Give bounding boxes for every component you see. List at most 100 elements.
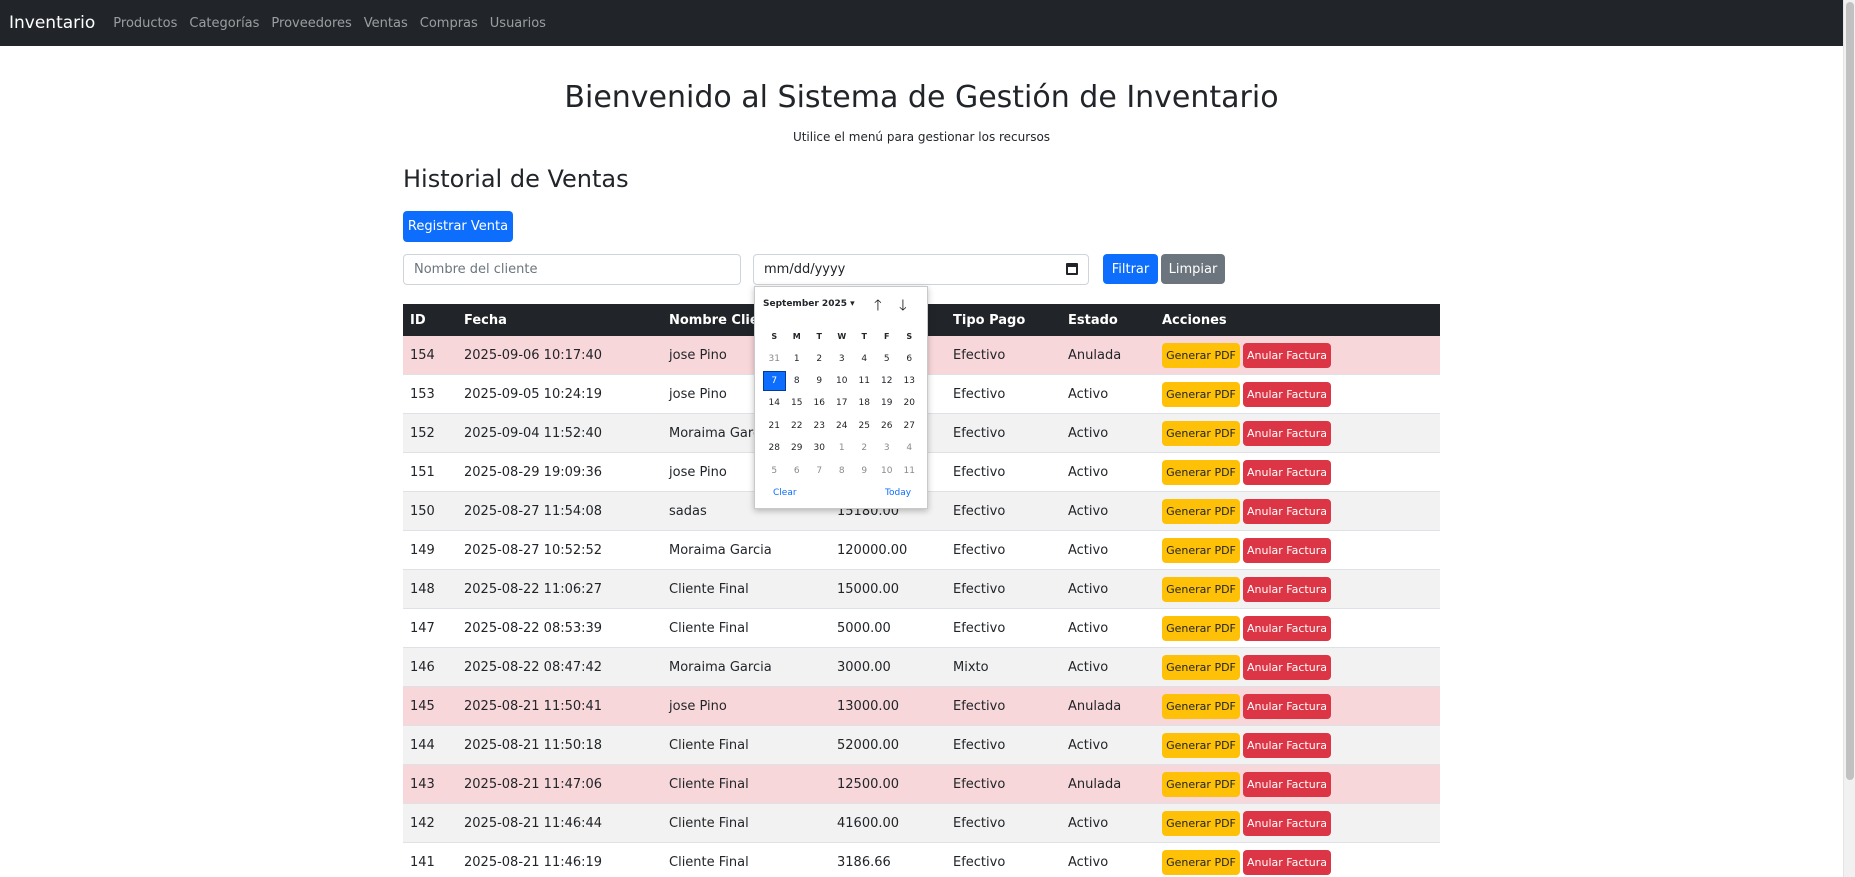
- generate-pdf-button[interactable]: Generar PDF: [1162, 537, 1240, 563]
- cancel-invoice-button[interactable]: Anular Factura: [1243, 537, 1331, 563]
- client-name-input[interactable]: Nombre del cliente: [403, 254, 741, 285]
- calendar-day[interactable]: 15: [786, 398, 809, 408]
- cell-cliente: Moraima Garcia: [669, 659, 772, 675]
- generate-pdf-button[interactable]: Generar PDF: [1162, 849, 1240, 875]
- calendar-day[interactable]: 29: [786, 443, 809, 453]
- calendar-day[interactable]: 4: [853, 354, 876, 364]
- calendar-icon[interactable]: [1066, 263, 1078, 275]
- calendar-day[interactable]: 9: [808, 376, 831, 386]
- nav-link-usuarios[interactable]: Usuarios: [490, 16, 546, 31]
- calendar-day[interactable]: 10: [831, 376, 854, 386]
- cancel-invoice-button[interactable]: Anular Factura: [1243, 732, 1331, 758]
- navbar-brand[interactable]: Inventario: [9, 13, 95, 33]
- table-row: 144 2025-08-21 11:50:18 Cliente Final 52000…: [403, 726, 1440, 765]
- calendar-day[interactable]: 17: [831, 398, 854, 408]
- calendar-day[interactable]: 6: [898, 354, 921, 364]
- cancel-invoice-button[interactable]: Anular Factura: [1243, 693, 1331, 719]
- calendar-day[interactable]: 18: [853, 398, 876, 408]
- cell-fecha: 2025-08-21 11:47:06: [464, 776, 603, 792]
- calendar-day[interactable]: 1: [786, 354, 809, 364]
- cancel-invoice-button[interactable]: Anular Factura: [1243, 654, 1331, 680]
- cancel-invoice-button[interactable]: Anular Factura: [1243, 771, 1331, 797]
- arrow-up-icon[interactable]: 🡑: [874, 295, 882, 320]
- calendar-day[interactable]: 22: [786, 421, 809, 431]
- cancel-invoice-button[interactable]: Anular Factura: [1243, 615, 1331, 641]
- generate-pdf-button[interactable]: Generar PDF: [1162, 420, 1240, 446]
- cancel-invoice-button[interactable]: Anular Factura: [1243, 459, 1331, 485]
- calendar-day[interactable]: 1: [831, 443, 854, 453]
- calendar-day[interactable]: 19: [876, 398, 899, 408]
- calendar-day[interactable]: 6: [786, 466, 809, 476]
- calendar-day[interactable]: 3: [876, 443, 899, 453]
- calendar-day[interactable]: 2: [808, 354, 831, 364]
- generate-pdf-button[interactable]: Generar PDF: [1162, 498, 1240, 524]
- calendar-day[interactable]: 2: [853, 443, 876, 453]
- clear-button[interactable]: Limpiar: [1161, 254, 1225, 284]
- cancel-invoice-button[interactable]: Anular Factura: [1243, 810, 1331, 836]
- cancel-invoice-button[interactable]: Anular Factura: [1243, 420, 1331, 446]
- nav-link-proveedores[interactable]: Proveedores: [271, 16, 351, 31]
- calendar-day[interactable]: 13: [898, 376, 921, 386]
- nav-link-ventas[interactable]: Ventas: [364, 16, 408, 31]
- nav-link-categorias[interactable]: Categorías: [189, 16, 259, 31]
- calendar-week-row: 31 1 2 3 4 5 6: [763, 347, 921, 369]
- scrollbar-thumb[interactable]: [1846, 2, 1854, 780]
- calendar-day[interactable]: 7: [808, 466, 831, 476]
- calendar-day[interactable]: 7: [763, 370, 786, 391]
- calendar-day[interactable]: 27: [898, 421, 921, 431]
- nav-link-compras[interactable]: Compras: [420, 16, 478, 31]
- arrow-down-icon[interactable]: 🡓: [899, 295, 907, 320]
- calendar-day[interactable]: 9: [853, 466, 876, 476]
- calendar-day[interactable]: 21: [763, 421, 786, 431]
- nav-link-productos[interactable]: Productos: [113, 16, 177, 31]
- calendar-day[interactable]: 14: [763, 398, 786, 408]
- calendar-day[interactable]: 24: [831, 421, 854, 431]
- date-clear-button[interactable]: Clear: [773, 488, 797, 498]
- cancel-invoice-button[interactable]: Anular Factura: [1243, 381, 1331, 407]
- calendar-day[interactable]: 10: [876, 466, 899, 476]
- generate-pdf-button[interactable]: Generar PDF: [1162, 615, 1240, 641]
- calendar-day[interactable]: 8: [786, 376, 809, 386]
- calendar-day[interactable]: 12: [876, 376, 899, 386]
- calendar-day[interactable]: 20: [898, 398, 921, 408]
- calendar-day[interactable]: 5: [876, 354, 899, 364]
- calendar-day[interactable]: 11: [853, 376, 876, 386]
- filter-button[interactable]: Filtrar: [1103, 254, 1158, 284]
- cancel-invoice-button[interactable]: Anular Factura: [1243, 849, 1331, 875]
- generate-pdf-button[interactable]: Generar PDF: [1162, 693, 1240, 719]
- generate-pdf-button[interactable]: Generar PDF: [1162, 576, 1240, 602]
- calendar-day[interactable]: 26: [876, 421, 899, 431]
- calendar-day[interactable]: 25: [853, 421, 876, 431]
- calendar-day[interactable]: 4: [898, 443, 921, 453]
- cancel-invoice-button[interactable]: Anular Factura: [1243, 342, 1331, 368]
- generate-pdf-button[interactable]: Generar PDF: [1162, 771, 1240, 797]
- calendar-week-row: 14 15 16 17 18 19 20: [763, 392, 921, 414]
- month-year-select[interactable]: September 2025 ▾: [763, 299, 855, 309]
- generate-pdf-button[interactable]: Generar PDF: [1162, 459, 1240, 485]
- calendar-day[interactable]: 28: [763, 443, 786, 453]
- calendar-day[interactable]: 8: [831, 466, 854, 476]
- cell-acciones: Generar PDF Anular Factura: [1155, 459, 1440, 485]
- calendar-day[interactable]: 3: [831, 354, 854, 364]
- date-input[interactable]: mm/dd/yyyy: [753, 254, 1089, 285]
- register-sale-button[interactable]: Registrar Venta: [403, 211, 513, 242]
- generate-pdf-button[interactable]: Generar PDF: [1162, 381, 1240, 407]
- cell-fecha: 2025-09-05 10:24:19: [464, 386, 603, 402]
- cancel-invoice-button[interactable]: Anular Factura: [1243, 498, 1331, 524]
- generate-pdf-button[interactable]: Generar PDF: [1162, 342, 1240, 368]
- vertical-scrollbar[interactable]: [1843, 0, 1855, 877]
- calendar-day[interactable]: 5: [763, 466, 786, 476]
- calendar-day[interactable]: 11: [898, 466, 921, 476]
- cell-id: 150: [410, 503, 435, 519]
- date-today-button[interactable]: Today: [885, 488, 911, 498]
- calendar-day[interactable]: 31: [763, 354, 786, 364]
- table-row: 143 2025-08-21 11:47:06 Cliente Final 12500…: [403, 765, 1440, 804]
- generate-pdf-button[interactable]: Generar PDF: [1162, 732, 1240, 758]
- calendar-day[interactable]: 30: [808, 443, 831, 453]
- cancel-invoice-button[interactable]: Anular Factura: [1243, 576, 1331, 602]
- calendar-day[interactable]: 23: [808, 421, 831, 431]
- generate-pdf-button[interactable]: Generar PDF: [1162, 654, 1240, 680]
- calendar-day[interactable]: 16: [808, 398, 831, 408]
- generate-pdf-button[interactable]: Generar PDF: [1162, 810, 1240, 836]
- table-row: 145 2025-08-21 11:50:41 jose Pino 13000.00 E…: [403, 687, 1440, 726]
